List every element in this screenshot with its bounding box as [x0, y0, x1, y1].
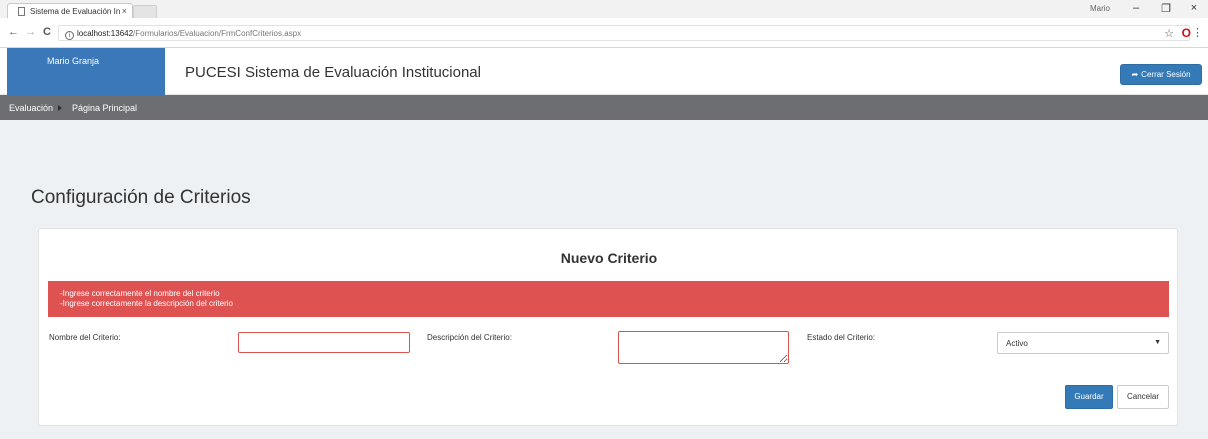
- info-icon[interactable]: i: [65, 31, 74, 40]
- caret-right-icon: [58, 105, 62, 111]
- browser-menu-icon[interactable]: ⋮: [1192, 26, 1203, 39]
- opera-icon[interactable]: O: [1182, 26, 1191, 40]
- new-tab-button[interactable]: [133, 5, 157, 18]
- restore-icon[interactable]: ❐: [1158, 2, 1174, 15]
- minimize-icon[interactable]: –: [1128, 2, 1144, 14]
- logout-label: Cerrar Sesión: [1141, 70, 1191, 79]
- name-label: Nombre del Criterio:: [49, 333, 121, 342]
- forward-icon[interactable]: →: [25, 26, 36, 38]
- app-title: PUCESI Sistema de Evaluación Institucion…: [185, 64, 481, 81]
- save-button[interactable]: Guardar: [1065, 385, 1113, 409]
- bookmark-star-icon[interactable]: ☆: [1164, 27, 1174, 40]
- nav-item-pagina-principal[interactable]: Página Principal: [72, 103, 137, 113]
- chevron-down-icon: ▼: [1154, 339, 1161, 346]
- error-message: -Ingrese correctamente el nombre del cri…: [60, 289, 220, 298]
- url-path: /Formularios/Evaluacion/FrmConfCriterios…: [133, 29, 302, 38]
- user-box: Mario Granja: [7, 48, 165, 95]
- reload-icon[interactable]: C: [43, 26, 51, 38]
- status-select[interactable]: Activo ▼: [997, 332, 1169, 354]
- logout-icon: ➦: [1131, 70, 1139, 79]
- description-textarea[interactable]: [618, 331, 789, 364]
- panel-title: Nuevo Criterio: [560, 250, 658, 266]
- status-selected-value: Activo: [1006, 339, 1028, 348]
- error-message: -Ingrese correctamente la descripción de…: [60, 299, 233, 308]
- tab-close-icon[interactable]: ×: [122, 6, 127, 16]
- window-close-icon[interactable]: ×: [1186, 2, 1202, 14]
- window-user-label[interactable]: Mario: [1090, 4, 1110, 13]
- browser-tabstrip: Sistema de Evaluación In × Mario – ❐ ×: [0, 0, 1208, 19]
- tab-title: Sistema de Evaluación In: [30, 7, 121, 16]
- back-icon[interactable]: ←: [8, 26, 19, 38]
- document-icon: [18, 7, 25, 16]
- description-label: Descripción del Criterio:: [427, 333, 512, 342]
- name-input[interactable]: [238, 332, 410, 353]
- criteria-form-panel: Nuevo Criterio -Ingrese correctamente el…: [38, 228, 1178, 426]
- url-host: localhost:13642: [77, 29, 134, 38]
- status-label: Estado del Criterio:: [807, 333, 876, 342]
- main-navbar: Evaluación Página Principal: [0, 95, 1208, 120]
- nav-item-evaluacion[interactable]: Evaluación: [9, 103, 53, 113]
- address-bar: ← → C i localhost:13642/Formularios/Evalu…: [0, 18, 1208, 48]
- logout-button[interactable]: ➦ Cerrar Sesión: [1120, 64, 1202, 85]
- error-alert: -Ingrese correctamente el nombre del cri…: [48, 281, 1169, 317]
- app-header: Mario Granja PUCESI Sistema de Evaluació…: [0, 48, 1208, 95]
- cancel-button[interactable]: Cancelar: [1117, 385, 1169, 409]
- user-name: Mario Granja: [47, 56, 100, 66]
- page-title: Configuración de Criterios: [31, 187, 251, 208]
- browser-tab[interactable]: Sistema de Evaluación In ×: [7, 3, 133, 19]
- url-input[interactable]: i localhost:13642/Formularios/Evaluacion/…: [58, 25, 1190, 41]
